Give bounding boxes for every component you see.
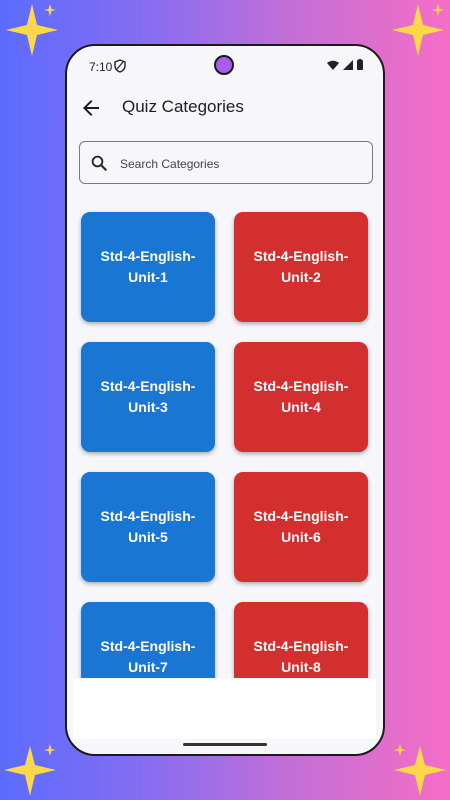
category-card[interactable]: Std-4-English-Unit-7 [81, 602, 215, 678]
home-indicator[interactable] [183, 743, 267, 746]
category-label: Std-4-English-Unit-6 [253, 508, 349, 545]
status-bar: 7:10 [67, 46, 383, 86]
arrow-left-icon[interactable] [79, 96, 103, 120]
category-card[interactable]: Std-4-English-Unit-4 [234, 342, 368, 452]
status-time: 7:10 [89, 60, 113, 74]
category-card[interactable]: Std-4-English-Unit-6 [234, 472, 368, 582]
search-box[interactable] [79, 141, 373, 184]
bottom-panel [73, 679, 376, 739]
shield-icon [114, 59, 126, 73]
phone-frame: 7:10 Quiz Categories Search Categories S… [65, 44, 385, 756]
status-icons [327, 59, 363, 70]
category-card[interactable]: Std-4-English-Unit-1 [81, 212, 215, 322]
category-label: Std-4-English-Unit-8 [253, 638, 349, 675]
category-card[interactable]: Std-4-English-Unit-8 [234, 602, 368, 678]
sparkle-decoration [394, 744, 446, 796]
category-label: Std-4-English-Unit-7 [100, 638, 196, 675]
category-label: Std-4-English-Unit-4 [253, 378, 349, 415]
category-label: Std-4-English-Unit-5 [100, 508, 196, 545]
search-icon [91, 155, 107, 171]
sparkle-decoration [6, 4, 58, 56]
category-card[interactable]: Std-4-English-Unit-3 [81, 342, 215, 452]
wifi-icon [327, 60, 339, 70]
battery-icon [357, 59, 363, 70]
sparkle-decoration [392, 4, 444, 56]
category-label: Std-4-English-Unit-3 [100, 378, 196, 415]
category-card[interactable]: Std-4-English-Unit-2 [234, 212, 368, 322]
sparkle-decoration [4, 744, 56, 796]
signal-icon [343, 59, 353, 70]
category-card[interactable]: Std-4-English-Unit-5 [81, 472, 215, 582]
page-title: Quiz Categories [122, 97, 244, 116]
category-grid: Std-4-English-Unit-1 Std-4-English-Unit-… [67, 198, 383, 678]
front-camera [214, 55, 234, 75]
search-input[interactable] [118, 151, 362, 177]
category-label: Std-4-English-Unit-1 [100, 248, 196, 285]
category-label: Std-4-English-Unit-2 [253, 248, 349, 285]
app-bar: Quiz Categories [67, 86, 383, 126]
